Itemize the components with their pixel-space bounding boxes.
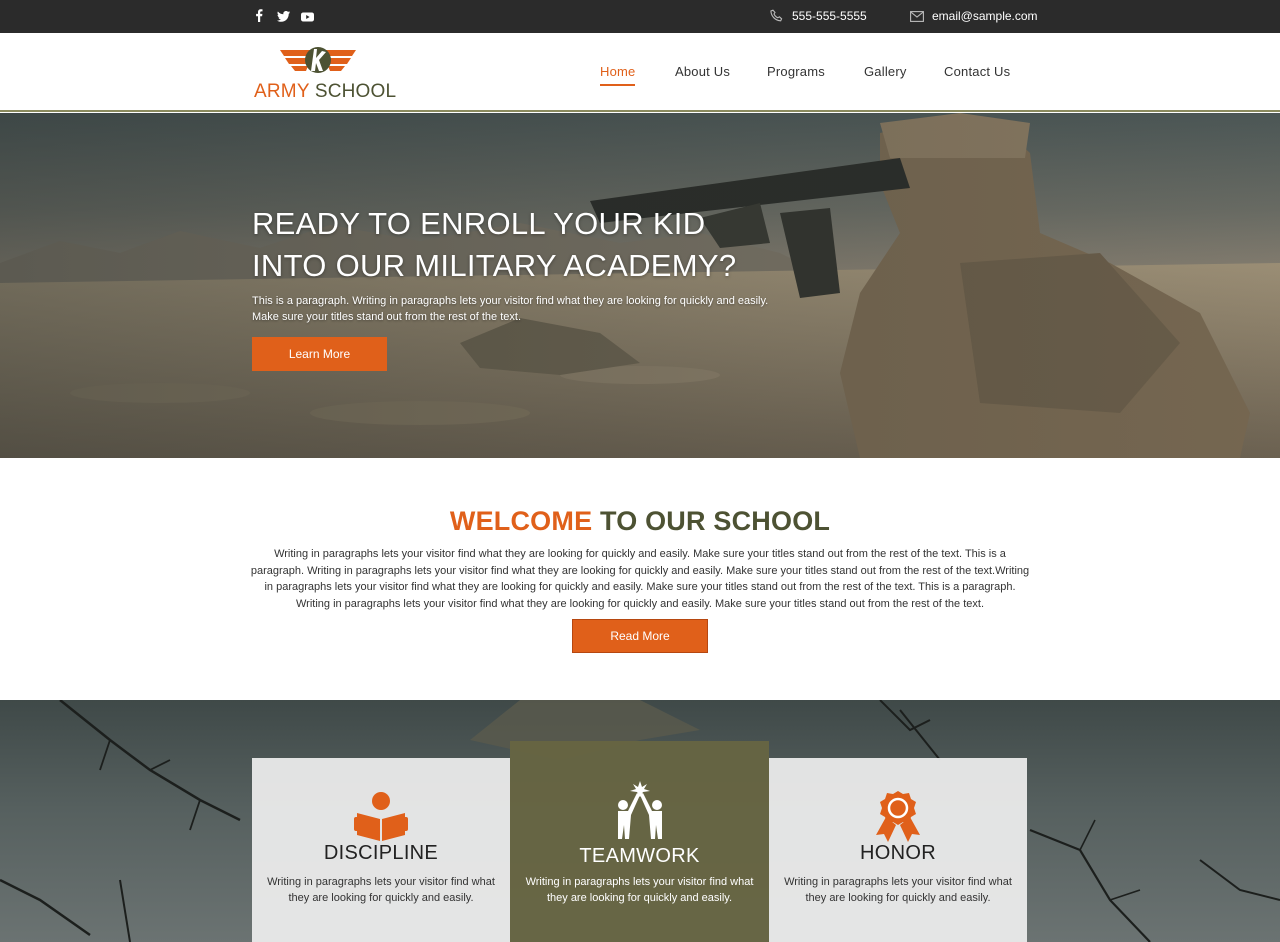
hero-title: READY TO ENROLL YOUR KID INTO OUR MILITA… bbox=[252, 203, 812, 287]
logo-school: SCHOOL bbox=[314, 81, 397, 102]
email-contact[interactable]: email@sample.com bbox=[910, 9, 1038, 23]
youtube-icon[interactable] bbox=[301, 9, 315, 23]
feature-text-honor: Writing in paragraphs lets your visitor … bbox=[784, 876, 1012, 904]
high-five-icon bbox=[617, 781, 662, 839]
feature-text-teamwork: Writing in paragraphs lets your visitor … bbox=[525, 876, 754, 904]
award-ribbon-icon bbox=[876, 791, 920, 842]
welcome-title-accent: WELCOME bbox=[449, 506, 593, 536]
welcome-paragraph: Writing in paragraphs lets your visitor … bbox=[250, 548, 1030, 610]
feature-title-teamwork: TEAMWORK bbox=[579, 845, 700, 867]
phone-icon bbox=[770, 9, 783, 22]
phone-contact[interactable]: 555-555-5555 bbox=[770, 9, 867, 23]
hero-title-line1: READY TO ENROLL YOUR KID bbox=[252, 206, 706, 241]
logo-army: ARMY bbox=[254, 81, 310, 102]
features-section: DISCIPLINE Writing in paragraphs lets yo… bbox=[0, 700, 1280, 942]
logo-text: ARMY SCHOOL bbox=[254, 81, 396, 103]
feature-card-honor: HONOR Writing in paragraphs lets your vi… bbox=[769, 758, 1027, 942]
facebook-icon[interactable] bbox=[255, 9, 267, 23]
top-bar: 555-555-5555 email@sample.com bbox=[0, 0, 1280, 33]
nav-about-us[interactable]: About Us bbox=[675, 64, 730, 79]
site-header: ARMY SCHOOL Home About Us Programs Galle… bbox=[0, 33, 1280, 112]
feature-card-teamwork: TEAMWORK Writing in paragraphs lets your… bbox=[510, 741, 769, 942]
feature-title-honor: HONOR bbox=[860, 842, 936, 864]
reading-icon bbox=[354, 792, 408, 841]
phone-number: 555-555-5555 bbox=[792, 9, 867, 23]
nav-contact-us[interactable]: Contact Us bbox=[944, 64, 1010, 79]
welcome-title-rest: TO OUR SCHOOL bbox=[592, 506, 831, 536]
hero-paragraph: This is a paragraph. Writing in paragrap… bbox=[252, 293, 772, 325]
site-logo[interactable]: ARMY SCHOOL bbox=[254, 45, 396, 105]
read-more-button[interactable]: Read More bbox=[572, 619, 708, 653]
twitter-icon[interactable] bbox=[277, 9, 291, 23]
nav-gallery[interactable]: Gallery bbox=[864, 64, 907, 79]
hero-text-line1: This is a paragraph. Writing in paragrap… bbox=[252, 295, 769, 307]
email-address: email@sample.com bbox=[932, 9, 1038, 23]
feature-text-discipline: Writing in paragraphs lets your visitor … bbox=[267, 876, 495, 904]
hero-text-line2: Make sure your titles stand out from the… bbox=[252, 311, 522, 323]
social-links bbox=[255, 9, 315, 23]
logo-wings-icon bbox=[280, 47, 356, 73]
feature-card-discipline: DISCIPLINE Writing in paragraphs lets yo… bbox=[252, 758, 510, 942]
hero-title-line2: INTO OUR MILITARY ACADEMY? bbox=[252, 248, 737, 283]
feature-title-discipline: DISCIPLINE bbox=[323, 842, 439, 864]
envelope-icon bbox=[910, 10, 924, 22]
learn-more-button[interactable]: Learn More bbox=[252, 337, 387, 371]
nav-programs[interactable]: Programs bbox=[767, 64, 825, 79]
welcome-title: WELCOME TO OUR SCHOOL bbox=[0, 506, 1280, 537]
nav-home[interactable]: Home bbox=[600, 64, 636, 86]
hero-banner: READY TO ENROLL YOUR KID INTO OUR MILITA… bbox=[0, 113, 1280, 458]
